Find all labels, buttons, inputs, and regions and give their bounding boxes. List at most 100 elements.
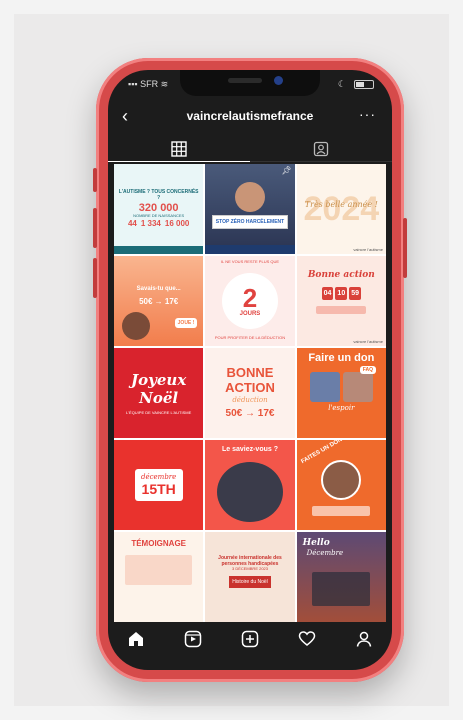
text-bar <box>316 305 367 314</box>
greeting-script: Très belle année ! <box>304 200 378 209</box>
post-subtitle: L'ÉQUIPE DE VAINCRE L'AUTISME <box>126 409 192 415</box>
child-photo <box>321 460 362 500</box>
deduction-script: déduction <box>232 396 268 405</box>
days-number: 2 <box>242 282 258 313</box>
post-title: Le saviez-vous ? <box>221 446 278 453</box>
post-title-2: ACTION <box>225 380 275 396</box>
month-label: décembre <box>141 472 177 481</box>
countdown-hours: 10 <box>335 286 348 300</box>
footer-band <box>205 245 295 254</box>
text-block <box>312 506 371 516</box>
profile-tabs <box>108 136 392 162</box>
reels-icon <box>184 630 202 648</box>
hello-script: Hello <box>302 538 330 548</box>
bottom-navigation <box>108 620 392 658</box>
december-script: Décembre <box>306 549 344 557</box>
volume-down-button <box>93 258 97 298</box>
post-bottom-text: POUR PROFITER DE LA DÉDUCTION <box>214 335 286 341</box>
child-face <box>234 181 265 212</box>
price-label: 50€ → 17€ <box>225 408 275 420</box>
footer-band <box>114 246 204 254</box>
tab-grid[interactable] <box>108 136 250 162</box>
post-top-text: IL NE VOUS RESTE PLUS QUE <box>220 259 280 264</box>
stat-value: 44 <box>127 218 137 228</box>
countdown-circle: 2 JOURS <box>221 273 278 329</box>
signal-icon: ▪▪▪ <box>128 79 138 89</box>
post-date: 3 DÉCEMBRE 2023 <box>231 566 268 572</box>
mute-switch <box>93 168 97 192</box>
nav-new-post[interactable] <box>233 624 267 654</box>
post-bonne-annee[interactable]: 2024 Très belle année ! vaincre l'autism… <box>296 164 386 254</box>
child-photo <box>122 312 150 340</box>
activity-heart-icon <box>298 631 316 646</box>
nav-reels[interactable] <box>176 624 210 654</box>
days-unit: JOURS <box>239 310 261 317</box>
post-autisme-stats[interactable]: L'AUTISME ? TOUS CONCERNÉS ? 320 000 NOM… <box>114 164 204 254</box>
nav-activity[interactable] <box>290 624 324 654</box>
hope-script: l'espoir <box>328 404 355 413</box>
post-2-jours[interactable]: 2 JOURS IL NE VOUS RESTE PLUS QUE POUR P… <box>205 256 295 346</box>
post-bonne-action-deduction[interactable]: BONNE ACTION déduction 50€ → 17€ <box>205 348 295 438</box>
greeting-script-1: Joyeux <box>131 370 187 389</box>
post-child-photo-sign[interactable]: STOP ZÉRO HARCÈLEMENT 📌︎ <box>205 164 295 254</box>
post-joyeux-noel[interactable]: Joyeux Noël L'ÉQUIPE DE VAINCRE L'AUTISM… <box>114 348 204 438</box>
child-photo <box>309 372 340 403</box>
group-photo <box>342 372 373 403</box>
status-bar: ▪▪▪ SFR ≋ ☾ <box>128 79 374 93</box>
post-title-1: BONNE <box>226 365 274 381</box>
post-jeu-savais-tu[interactable]: Savais-tu que... 50€ → 17€ JOUE ! <box>114 256 204 346</box>
story-box: Histoire du Noël <box>229 576 271 589</box>
profile-icon <box>356 631 371 647</box>
volume-up-button <box>93 208 97 248</box>
children-photo <box>216 462 283 522</box>
post-title: TÉMOIGNAGE <box>131 539 186 549</box>
carrier-label: ▪▪▪ SFR ≋ <box>128 79 169 89</box>
post-title: Bonne action <box>307 270 375 281</box>
power-button <box>403 218 407 278</box>
countdown-days: 04 <box>321 286 334 300</box>
post-bonne-action-countdown[interactable]: Bonne action 04 10 59 vaincre l'autisme <box>296 256 386 346</box>
nav-home[interactable] <box>119 624 153 654</box>
phone-screen: ▪▪▪ SFR ≋ ☾ ‹ vaincrelautismefrance ··· <box>108 70 392 670</box>
year-label: 2024 <box>303 190 380 228</box>
pin-icon: 📌︎ <box>281 166 292 175</box>
price-label: 50€ → 17€ <box>139 296 179 306</box>
grid-icon <box>171 140 187 157</box>
post-faire-un-don[interactable]: Faire un don FAQ l'espoir <box>296 348 386 438</box>
more-options-icon[interactable]: ··· <box>359 106 376 122</box>
play-badge: JOUE ! <box>174 318 198 328</box>
post-le-saviez-vous[interactable]: Le saviez-vous ? <box>205 440 295 530</box>
post-calendrier-15[interactable]: décembre 15TH <box>114 440 204 530</box>
post-journee-handicap[interactable]: Journée internationale des personnes han… <box>205 532 295 622</box>
profile-username: vaincrelautismefrance <box>186 109 314 123</box>
post-faites-un-don[interactable]: FAITES UN DON <box>296 440 386 530</box>
faq-badge: FAQ <box>359 366 376 374</box>
greeting-script-2: Noël <box>139 388 179 407</box>
countdown-minutes: 59 <box>349 286 362 300</box>
text-block <box>125 554 192 585</box>
tab-tagged[interactable] <box>250 136 392 162</box>
post-hello-decembre[interactable]: Hello Décembre <box>296 532 386 622</box>
new-post-icon <box>241 630 259 648</box>
stat-value: 1 334 <box>140 218 161 228</box>
profile-header: ‹ vaincrelautismefrance ··· <box>108 106 392 128</box>
wifi-icon: ≋ <box>160 79 169 89</box>
battery-icon <box>354 80 374 89</box>
logo-label: vaincre l'autisme <box>353 339 383 344</box>
tagged-icon <box>313 141 329 156</box>
nav-profile[interactable] <box>347 624 381 654</box>
post-temoignage[interactable]: TÉMOIGNAGE <box>114 532 204 622</box>
sign-board: STOP ZÉRO HARCÈLEMENT <box>211 214 289 229</box>
post-title: Savais-tu que... <box>136 285 181 292</box>
home-icon <box>129 632 144 646</box>
stat-value: 16 000 <box>164 218 190 228</box>
do-not-disturb-icon: ☾ <box>337 79 346 89</box>
logo-label: vaincre l'autisme <box>353 247 383 252</box>
posts-grid: L'AUTISME ? TOUS CONCERNÉS ? 320 000 NOM… <box>114 164 386 622</box>
calendar-card: décembre 15TH <box>134 468 183 502</box>
day-label: 15TH <box>141 480 176 497</box>
store-photo <box>312 572 371 606</box>
post-title: Faire un don <box>308 351 375 364</box>
post-title: L'AUTISME ? TOUS CONCERNÉS ? <box>118 189 199 201</box>
countdown-boxes: 04 10 59 <box>321 286 362 300</box>
